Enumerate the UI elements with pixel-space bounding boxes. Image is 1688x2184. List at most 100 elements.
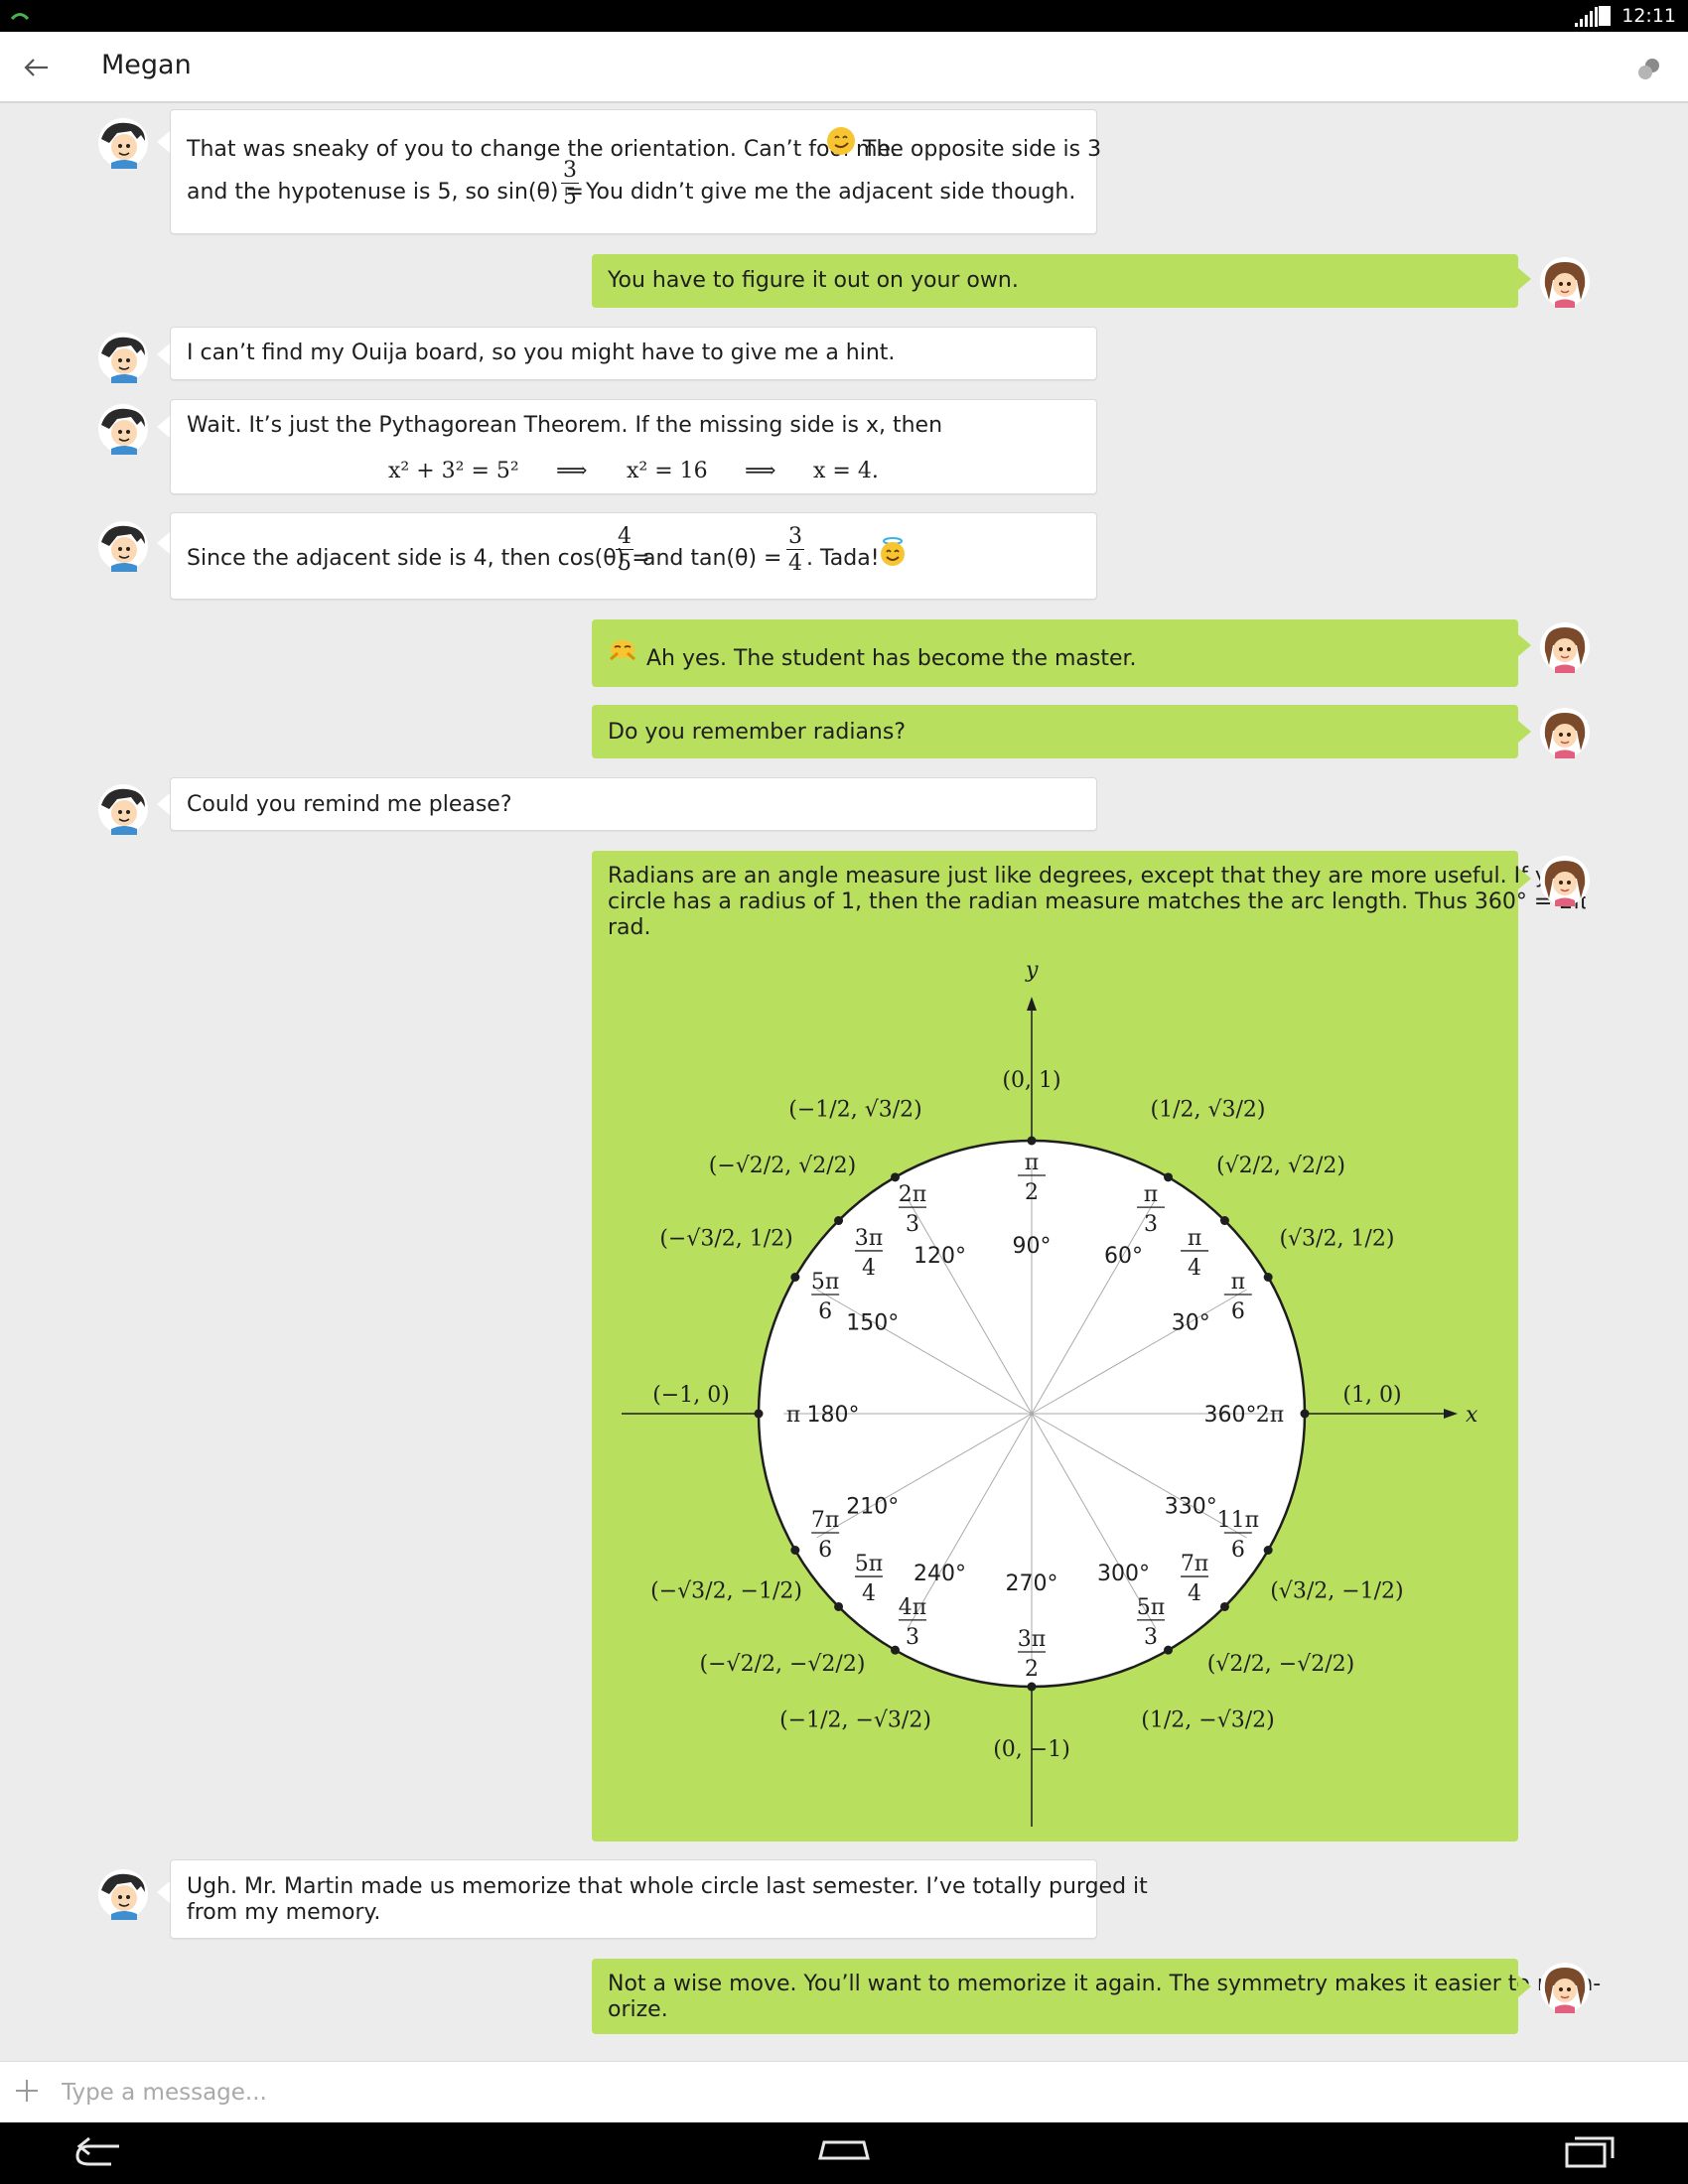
radian-denominator: 4 — [1188, 1581, 1201, 1606]
radian-label: π — [786, 1403, 800, 1428]
point-marker — [1027, 1682, 1037, 1692]
message-incoming: That was sneaky of you to change the ori… — [170, 109, 1101, 234]
equation-part: x² + 3² = 5² — [388, 459, 519, 483]
coordinate-label: (−√3/2, 1/2) — [659, 1227, 792, 1252]
message-text: Could you remind me please? — [187, 792, 512, 817]
status-bar: 12:11 — [0, 0, 1688, 32]
angel-emoji-icon — [881, 537, 905, 566]
degree-label: 240° — [914, 1562, 966, 1586]
plus-icon[interactable] — [12, 2076, 42, 2106]
point-marker — [1219, 1216, 1229, 1226]
radian-numerator: 7π — [1181, 1552, 1208, 1576]
message-outgoing: Ah yes. The student has become the maste… — [592, 619, 1518, 687]
radian-label: 2π — [1256, 1403, 1284, 1428]
message-text: circle has a radius of 1, then the radia… — [608, 889, 1587, 914]
radian-numerator: π — [1231, 1270, 1245, 1295]
more-icon[interactable] — [1634, 54, 1664, 83]
y-axis-arrow — [1027, 997, 1037, 1011]
nav-home-icon[interactable] — [814, 2132, 874, 2172]
fraction-3-4: 34 — [786, 524, 804, 576]
radian-numerator: 5π — [855, 1552, 883, 1576]
coordinate-label: (0, −1) — [993, 1737, 1070, 1762]
degree-label: 270° — [1006, 1571, 1058, 1596]
degree-label: 90° — [1013, 1234, 1052, 1259]
nav-recents-icon[interactable] — [1561, 2132, 1620, 2172]
point-marker — [1219, 1601, 1229, 1611]
radian-denominator: 2 — [1025, 1657, 1039, 1682]
message-text: Wait. It’s just the Pythagorean Theorem.… — [187, 413, 943, 438]
user-avatar-icon — [1540, 708, 1590, 758]
message-outgoing: You have to figure it out on your own. — [592, 254, 1518, 308]
point-marker — [790, 1546, 800, 1555]
equation-part: ⟹ — [556, 459, 588, 483]
megan-avatar-icon — [98, 784, 148, 835]
fraction-4-5: 45 — [616, 524, 633, 576]
x-axis-arrow — [1444, 1409, 1458, 1419]
radian-denominator: 6 — [1231, 1538, 1245, 1563]
coordinate-label: (−1, 0) — [652, 1383, 730, 1408]
message-input[interactable] — [62, 2072, 1650, 2114]
message-text: and the hypotenuse is 5, so sin(θ) = — [187, 180, 584, 205]
radian-denominator: 2 — [1025, 1180, 1039, 1205]
point-marker — [1300, 1409, 1310, 1419]
message-text: That was sneaky of you to change the ori… — [187, 137, 899, 162]
radian-numerator: 4π — [899, 1595, 926, 1620]
message-text: orize. — [608, 1997, 668, 2022]
message-incoming: Ugh. Mr. Martin made us memorize that wh… — [170, 1859, 1148, 1939]
coordinate-label: (0, 1) — [1002, 1068, 1060, 1093]
point-marker — [834, 1601, 844, 1611]
degree-label: 300° — [1097, 1562, 1150, 1586]
message-incoming: Could you remind me please? — [170, 777, 1097, 831]
coordinate-label: (−√2/2, −√2/2) — [700, 1652, 866, 1677]
radian-numerator: 11π — [1217, 1508, 1259, 1533]
message-text: Not a wise move. You’ll want to memorize… — [608, 1972, 1602, 1996]
radian-denominator: 4 — [862, 1256, 876, 1281]
coordinate-label: (−√3/2, −1/2) — [650, 1579, 802, 1604]
degree-label: 330° — [1165, 1495, 1217, 1520]
point-marker — [754, 1409, 764, 1419]
degree-label: 30° — [1172, 1311, 1210, 1336]
app-bar: Megan — [0, 32, 1688, 103]
nav-back-icon[interactable] — [71, 2132, 131, 2172]
coordinate-label: (−1/2, −√3/2) — [779, 1707, 931, 1732]
coordinate-label: (1, 0) — [1342, 1383, 1401, 1408]
radian-denominator: 6 — [818, 1299, 832, 1324]
megan-avatar-icon — [98, 118, 148, 169]
radian-numerator: π — [1144, 1182, 1158, 1207]
degree-label: 360° — [1204, 1403, 1257, 1428]
coordinate-label: (√2/2, √2/2) — [1216, 1154, 1345, 1178]
radian-numerator: 3π — [855, 1226, 883, 1251]
radian-numerator: 3π — [1018, 1627, 1046, 1652]
point-marker — [1027, 1136, 1037, 1146]
message-text: Since the adjacent side is 4, then cos(θ… — [187, 546, 650, 571]
user-avatar-icon — [1540, 1963, 1590, 2013]
coordinate-label: (√3/2, −1/2) — [1270, 1579, 1403, 1604]
degree-label: 180° — [807, 1403, 860, 1428]
coordinate-label: (−1/2, √3/2) — [788, 1098, 921, 1123]
notification-icon — [10, 13, 30, 21]
radian-denominator: 4 — [862, 1581, 876, 1606]
point-marker — [891, 1172, 900, 1182]
megan-avatar-icon — [98, 404, 148, 455]
degree-label: 150° — [846, 1311, 899, 1336]
radian-denominator: 6 — [1231, 1299, 1245, 1324]
conversation-title: Megan — [101, 50, 192, 80]
megan-avatar-icon — [98, 521, 148, 572]
megan-avatar-icon — [98, 1869, 148, 1920]
battery-icon — [1599, 6, 1611, 26]
y-axis-label: y — [1025, 958, 1039, 983]
bow-emoji-icon — [610, 640, 635, 661]
message-text: Radians are an angle measure just like d… — [608, 864, 1585, 888]
x-axis-label: x — [1466, 1403, 1478, 1428]
radian-numerator: π — [1188, 1226, 1201, 1251]
message-incoming: Wait. It’s just the Pythagorean Theorem.… — [170, 399, 1097, 494]
coordinate-label: (1/2, √3/2) — [1151, 1098, 1266, 1123]
radian-numerator: π — [1025, 1151, 1039, 1175]
degree-label: 210° — [846, 1495, 899, 1520]
smirk-emoji-icon — [827, 127, 855, 155]
message-outgoing: Do you remember radians? — [592, 705, 1518, 758]
message-incoming: Since the adjacent side is 4, then cos(θ… — [170, 512, 1097, 600]
message-text: I can’t find my Ouija board, so you migh… — [187, 341, 896, 365]
back-arrow-icon[interactable] — [18, 50, 54, 85]
user-avatar-icon — [1540, 856, 1590, 906]
